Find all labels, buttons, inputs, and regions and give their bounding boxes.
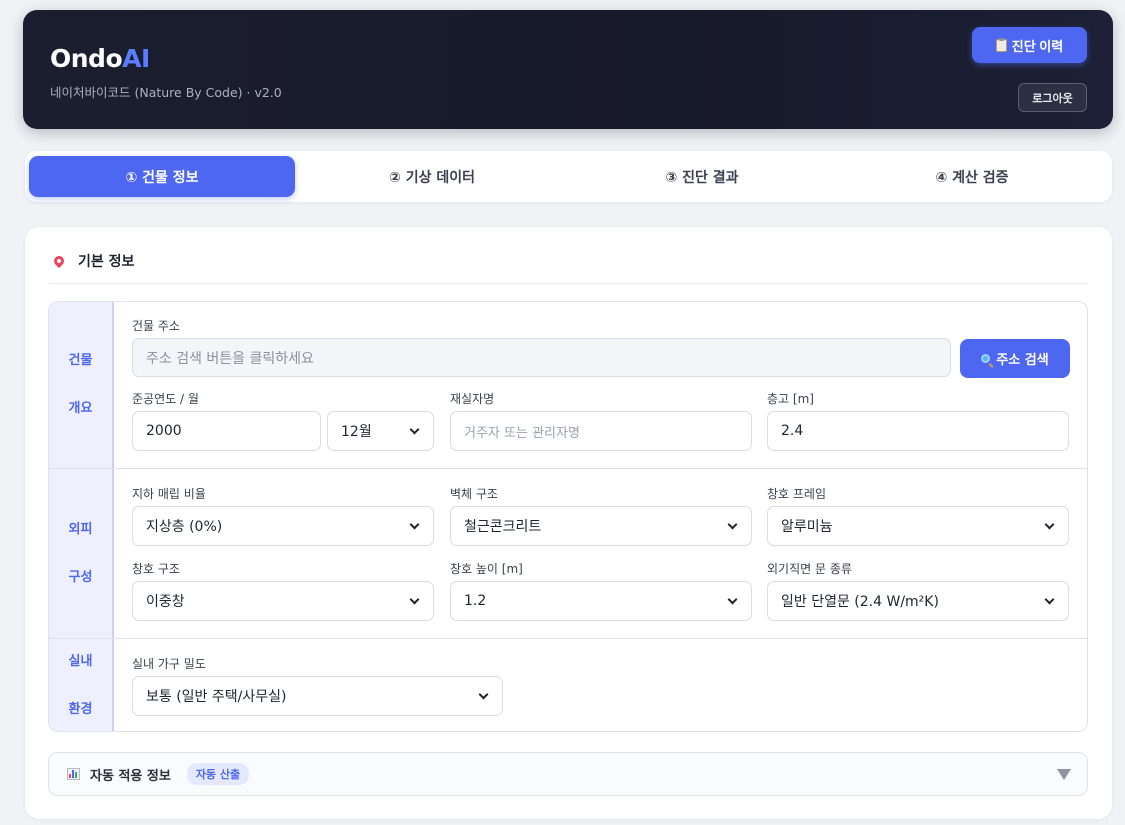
diagnosis-history-button[interactable]: 진단 이력 (972, 27, 1087, 63)
divider (49, 283, 1088, 284)
section-title-text: 기본 정보 (78, 254, 135, 270)
section-title: 기본 정보 (49, 249, 134, 273)
underground-ratio-select[interactable]: 지상층 (0%) (132, 506, 434, 546)
search-icon (981, 354, 991, 363)
auto-info-accordion[interactable]: 자동 적용 정보 자동 산출 (48, 752, 1088, 796)
chevron-down-icon (727, 594, 738, 604)
furniture-density-value: 보통 (일반 주택/사무실) (146, 689, 287, 705)
occupant-label: 재실자명 (450, 392, 495, 406)
brand-logo: OndoAI (50, 44, 150, 73)
completion-month-select[interactable]: 12월 (327, 411, 434, 451)
completion-label: 준공연도 / 월 (132, 392, 199, 406)
auto-info-title: 자동 적용 정보 자동 산출 (67, 753, 250, 795)
building-form: 건물 개요 건물 주소 주소 검색 버튼을 클릭하세요 주소 검색 준공연도 / … (48, 301, 1088, 732)
window-height-value: 1.2 (464, 593, 487, 609)
clipboard-icon (995, 37, 1007, 52)
group-label-overview: 건물 개요 (49, 302, 114, 468)
window-frame-label: 창호 프레임 (767, 487, 827, 501)
auto-calc-badge: 자동 산출 (186, 763, 250, 785)
chevron-down-icon (409, 519, 420, 529)
completion-year-input[interactable]: 2000 (132, 411, 321, 451)
chevron-down-icon (409, 594, 420, 604)
chevron-down-icon (478, 689, 489, 699)
bar-chart-icon (67, 768, 80, 780)
diagnosis-history-label: 진단 이력 (1011, 38, 1064, 54)
chevron-down-icon (1044, 519, 1055, 529)
wall-structure-value: 철근콘크리트 (464, 519, 542, 535)
chevron-down-icon (1044, 594, 1055, 604)
tab-calc-verification[interactable]: ④ 계산 검증 (839, 156, 1105, 197)
window-structure-select[interactable]: 이중창 (132, 581, 434, 621)
auto-info-title-text: 자동 적용 정보 (90, 768, 171, 784)
window-structure-label: 창호 구조 (132, 562, 180, 576)
address-search-label: 주소 검색 (996, 353, 1049, 368)
step-tabs: ① 건물 정보 ② 기상 데이터 ③ 진단 결과 ④ 계산 검증 (25, 151, 1112, 202)
floor-height-input[interactable]: 2.4 (767, 411, 1069, 451)
wall-structure-select[interactable]: 철근콘크리트 (450, 506, 752, 546)
door-type-value: 일반 단열문 (2.4 W/m²K) (781, 594, 939, 610)
app-subtitle: 네이처바이코드 (Nature By Code) · v2.0 (50, 85, 282, 100)
group-label-indoor: 실내 환경 (49, 639, 114, 731)
window-structure-value: 이중창 (146, 594, 185, 610)
underground-ratio-value: 지상층 (0%) (146, 519, 223, 535)
tab-diagnosis-result[interactable]: ③ 진단 결과 (569, 156, 835, 197)
floor-height-label: 층고 [m] (767, 392, 814, 406)
window-height-select[interactable]: 1.2 (450, 581, 752, 621)
door-type-label: 외기직면 문 종류 (767, 562, 852, 576)
app-header: OndoAI 네이처바이코드 (Nature By Code) · v2.0 진… (23, 10, 1113, 129)
logout-button[interactable]: 로그아웃 (1018, 83, 1087, 112)
row-envelope: 외피 구성 지하 매립 비율 지상층 (0%) 벽체 구조 철근콘크리트 창호 프… (49, 468, 1087, 638)
occupant-input[interactable]: 거주자 또는 관리자명 (450, 411, 752, 451)
chevron-down-icon (727, 519, 738, 529)
furniture-density-label: 실내 가구 밀도 (132, 657, 206, 671)
row-building-overview: 건물 개요 건물 주소 주소 검색 버튼을 클릭하세요 주소 검색 준공연도 / … (49, 302, 1087, 468)
completion-month-value: 12월 (341, 424, 372, 440)
address-input[interactable]: 주소 검색 버튼을 클릭하세요 (132, 338, 951, 377)
expand-triangle-icon[interactable] (1057, 769, 1071, 780)
basic-info-card: 기본 정보 건물 개요 건물 주소 주소 검색 버튼을 클릭하세요 주소 검색 준… (25, 227, 1112, 819)
window-frame-select[interactable]: 알루미늄 (767, 506, 1069, 546)
tab-weather-data[interactable]: ② 기상 데이터 (299, 156, 565, 197)
furniture-density-select[interactable]: 보통 (일반 주택/사무실) (132, 676, 503, 716)
wall-structure-label: 벽체 구조 (450, 487, 498, 501)
chevron-down-icon (409, 424, 420, 434)
pin-icon (51, 253, 67, 269)
window-height-label: 창호 높이 [m] (450, 562, 523, 576)
underground-ratio-label: 지하 매립 비율 (132, 487, 206, 501)
tab-building-info[interactable]: ① 건물 정보 (29, 156, 295, 197)
group-label-envelope: 외피 구성 (49, 469, 114, 638)
address-search-button[interactable]: 주소 검색 (960, 339, 1070, 378)
door-type-select[interactable]: 일반 단열문 (2.4 W/m²K) (767, 581, 1069, 621)
window-frame-value: 알루미늄 (781, 519, 833, 535)
row-indoor-env: 실내 환경 실내 가구 밀도 보통 (일반 주택/사무실) (49, 638, 1087, 731)
address-label: 건물 주소 (132, 319, 180, 333)
